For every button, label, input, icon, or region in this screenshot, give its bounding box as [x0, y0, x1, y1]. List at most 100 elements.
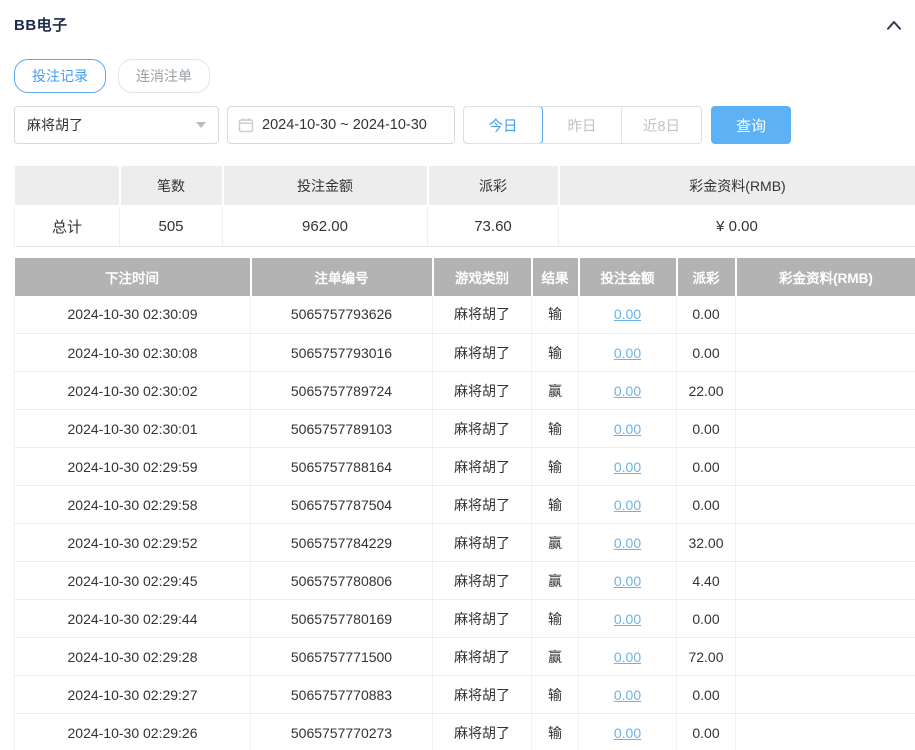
records-header-jackpot: 彩金资料(RMB) [735, 257, 915, 296]
quick-range-last8days-label: 近8日 [642, 118, 681, 135]
bet-time-cell: 2024-10-30 02:30:02 [14, 371, 251, 410]
result-cell: 输 [531, 485, 579, 524]
calendar-icon [238, 117, 254, 133]
payout-cell: 0.00 [676, 447, 736, 486]
game-select[interactable]: 麻将胡了 [14, 106, 219, 144]
records-header-time: 下注时间 [14, 257, 252, 296]
result-cell: 赢 [531, 561, 579, 600]
summary-header-row: 笔数 投注金额 派彩 彩金资料(RMB) [14, 166, 915, 207]
bet-id-cell: 5065757770273 [250, 713, 433, 750]
payout-cell: 0.00 [676, 675, 736, 714]
bet-amount-cell: 0.00 [578, 295, 677, 334]
bet-time-cell: 2024-10-30 02:29:26 [14, 713, 251, 750]
jackpot-cell [735, 637, 915, 676]
summary-header-payout: 派彩 [427, 166, 560, 207]
bet-amount-cell: 0.00 [578, 675, 677, 714]
bet-time-cell: 2024-10-30 02:29:28 [14, 637, 251, 676]
table-row: 2024-10-30 02:29:28 5065757771500 麻将胡了 赢… [14, 637, 915, 676]
collapse-button[interactable] [883, 16, 905, 34]
bet-amount-link[interactable]: 0.00 [614, 383, 641, 399]
bet-time-cell: 2024-10-30 02:29:44 [14, 599, 251, 638]
result-cell: 输 [531, 409, 579, 448]
bet-amount-link[interactable]: 0.00 [614, 687, 641, 703]
tab-cancelled-bets[interactable]: 连消注单 [118, 59, 210, 93]
bet-amount-link[interactable]: 0.00 [614, 611, 641, 627]
date-range-value: 2024-10-30 ~ 2024-10-30 [262, 117, 427, 133]
date-range-picker[interactable]: 2024-10-30 ~ 2024-10-30 [227, 106, 455, 144]
game-type-cell: 麻将胡了 [432, 599, 532, 638]
bet-amount-link[interactable]: 0.00 [614, 573, 641, 589]
result-cell: 输 [531, 333, 579, 372]
payout-cell: 0.00 [676, 599, 736, 638]
bet-amount-cell: 0.00 [578, 485, 677, 524]
bet-id-cell: 5065757771500 [250, 637, 433, 676]
game-select-value: 麻将胡了 [27, 117, 83, 133]
bet-amount-cell: 0.00 [578, 561, 677, 600]
records-table: 下注时间 注单编号 游戏类别 结果 投注金额 派彩 彩金资料(RMB) 2024… [14, 257, 915, 750]
quick-range-today[interactable]: 今日 [464, 107, 543, 143]
records-header-payout: 派彩 [676, 257, 737, 296]
bet-amount-link[interactable]: 0.00 [614, 535, 641, 551]
summary-header-count: 笔数 [119, 166, 224, 207]
payout-cell: 0.00 [676, 713, 736, 750]
payout-cell: 0.00 [676, 409, 736, 448]
bet-amount-link[interactable]: 0.00 [614, 345, 641, 361]
bet-amount-cell: 0.00 [578, 523, 677, 562]
game-type-cell: 麻将胡了 [432, 485, 532, 524]
quick-range-today-label: 今日 [488, 118, 518, 135]
summary-table: 笔数 投注金额 派彩 彩金资料(RMB) 总计 505 962.00 73.60… [14, 166, 915, 247]
bet-amount-link[interactable]: 0.00 [614, 421, 641, 437]
records-header-bet-id: 注单编号 [250, 257, 434, 296]
game-type-cell: 麻将胡了 [432, 333, 532, 372]
bb-electronics-panel: BB电子 投注记录 连消注单 麻将胡了 2024-10-30 ~ 2024-10… [0, 0, 915, 750]
records-header-game: 游戏类别 [432, 257, 533, 296]
panel-title: BB电子 [14, 17, 68, 34]
bet-time-cell: 2024-10-30 02:30:08 [14, 333, 251, 372]
payout-cell: 72.00 [676, 637, 736, 676]
summary-total-row: 总计 505 962.00 73.60 ¥ 0.00 [14, 206, 915, 247]
bet-amount-cell: 0.00 [578, 637, 677, 676]
table-row: 2024-10-30 02:29:45 5065757780806 麻将胡了 赢… [14, 561, 915, 600]
bet-time-cell: 2024-10-30 02:30:01 [14, 409, 251, 448]
bet-amount-link[interactable]: 0.00 [614, 459, 641, 475]
chevron-up-icon [885, 18, 903, 32]
result-cell: 赢 [531, 637, 579, 676]
bet-amount-cell: 0.00 [578, 447, 677, 486]
game-type-cell: 麻将胡了 [432, 295, 532, 334]
bet-amount-link[interactable]: 0.00 [614, 649, 641, 665]
table-row: 2024-10-30 02:30:09 5065757793626 麻将胡了 输… [14, 295, 915, 334]
chevron-down-icon [196, 122, 206, 128]
bet-amount-link[interactable]: 0.00 [614, 306, 641, 322]
bet-id-cell: 5065757787504 [250, 485, 433, 524]
bet-amount-cell: 0.00 [578, 713, 677, 750]
table-row: 2024-10-30 02:29:58 5065757787504 麻将胡了 输… [14, 485, 915, 524]
bet-time-cell: 2024-10-30 02:29:58 [14, 485, 251, 524]
tab-bet-records[interactable]: 投注记录 [14, 59, 106, 93]
jackpot-cell [735, 333, 915, 372]
search-button[interactable]: 查询 [711, 106, 791, 144]
quick-range-last8days[interactable]: 近8日 [622, 107, 701, 143]
bet-time-cell: 2024-10-30 02:30:09 [14, 295, 251, 334]
bet-amount-cell: 0.00 [578, 333, 677, 372]
jackpot-cell [735, 371, 915, 410]
table-row: 2024-10-30 02:30:02 5065757789724 麻将胡了 赢… [14, 371, 915, 410]
bet-id-cell: 5065757788164 [250, 447, 433, 486]
jackpot-cell [735, 675, 915, 714]
bet-amount-link[interactable]: 0.00 [614, 497, 641, 513]
records-header-row: 下注时间 注单编号 游戏类别 结果 投注金额 派彩 彩金资料(RMB) [14, 257, 915, 296]
table-row: 2024-10-30 02:30:08 5065757793016 麻将胡了 输… [14, 333, 915, 372]
result-cell: 赢 [531, 523, 579, 562]
bet-amount-link[interactable]: 0.00 [614, 725, 641, 741]
bet-time-cell: 2024-10-30 02:29:59 [14, 447, 251, 486]
jackpot-cell [735, 561, 915, 600]
payout-cell: 0.00 [676, 295, 736, 334]
quick-range-yesterday[interactable]: 昨日 [543, 107, 622, 143]
game-type-cell: 麻将胡了 [432, 675, 532, 714]
table-row: 2024-10-30 02:29:27 5065757770883 麻将胡了 输… [14, 675, 915, 714]
table-row: 2024-10-30 02:29:44 5065757780169 麻将胡了 输… [14, 599, 915, 638]
jackpot-cell [735, 599, 915, 638]
game-type-cell: 麻将胡了 [432, 447, 532, 486]
quick-range-yesterday-label: 昨日 [567, 118, 597, 135]
jackpot-cell [735, 523, 915, 562]
tab-bar: 投注记录 连消注单 [14, 59, 915, 93]
